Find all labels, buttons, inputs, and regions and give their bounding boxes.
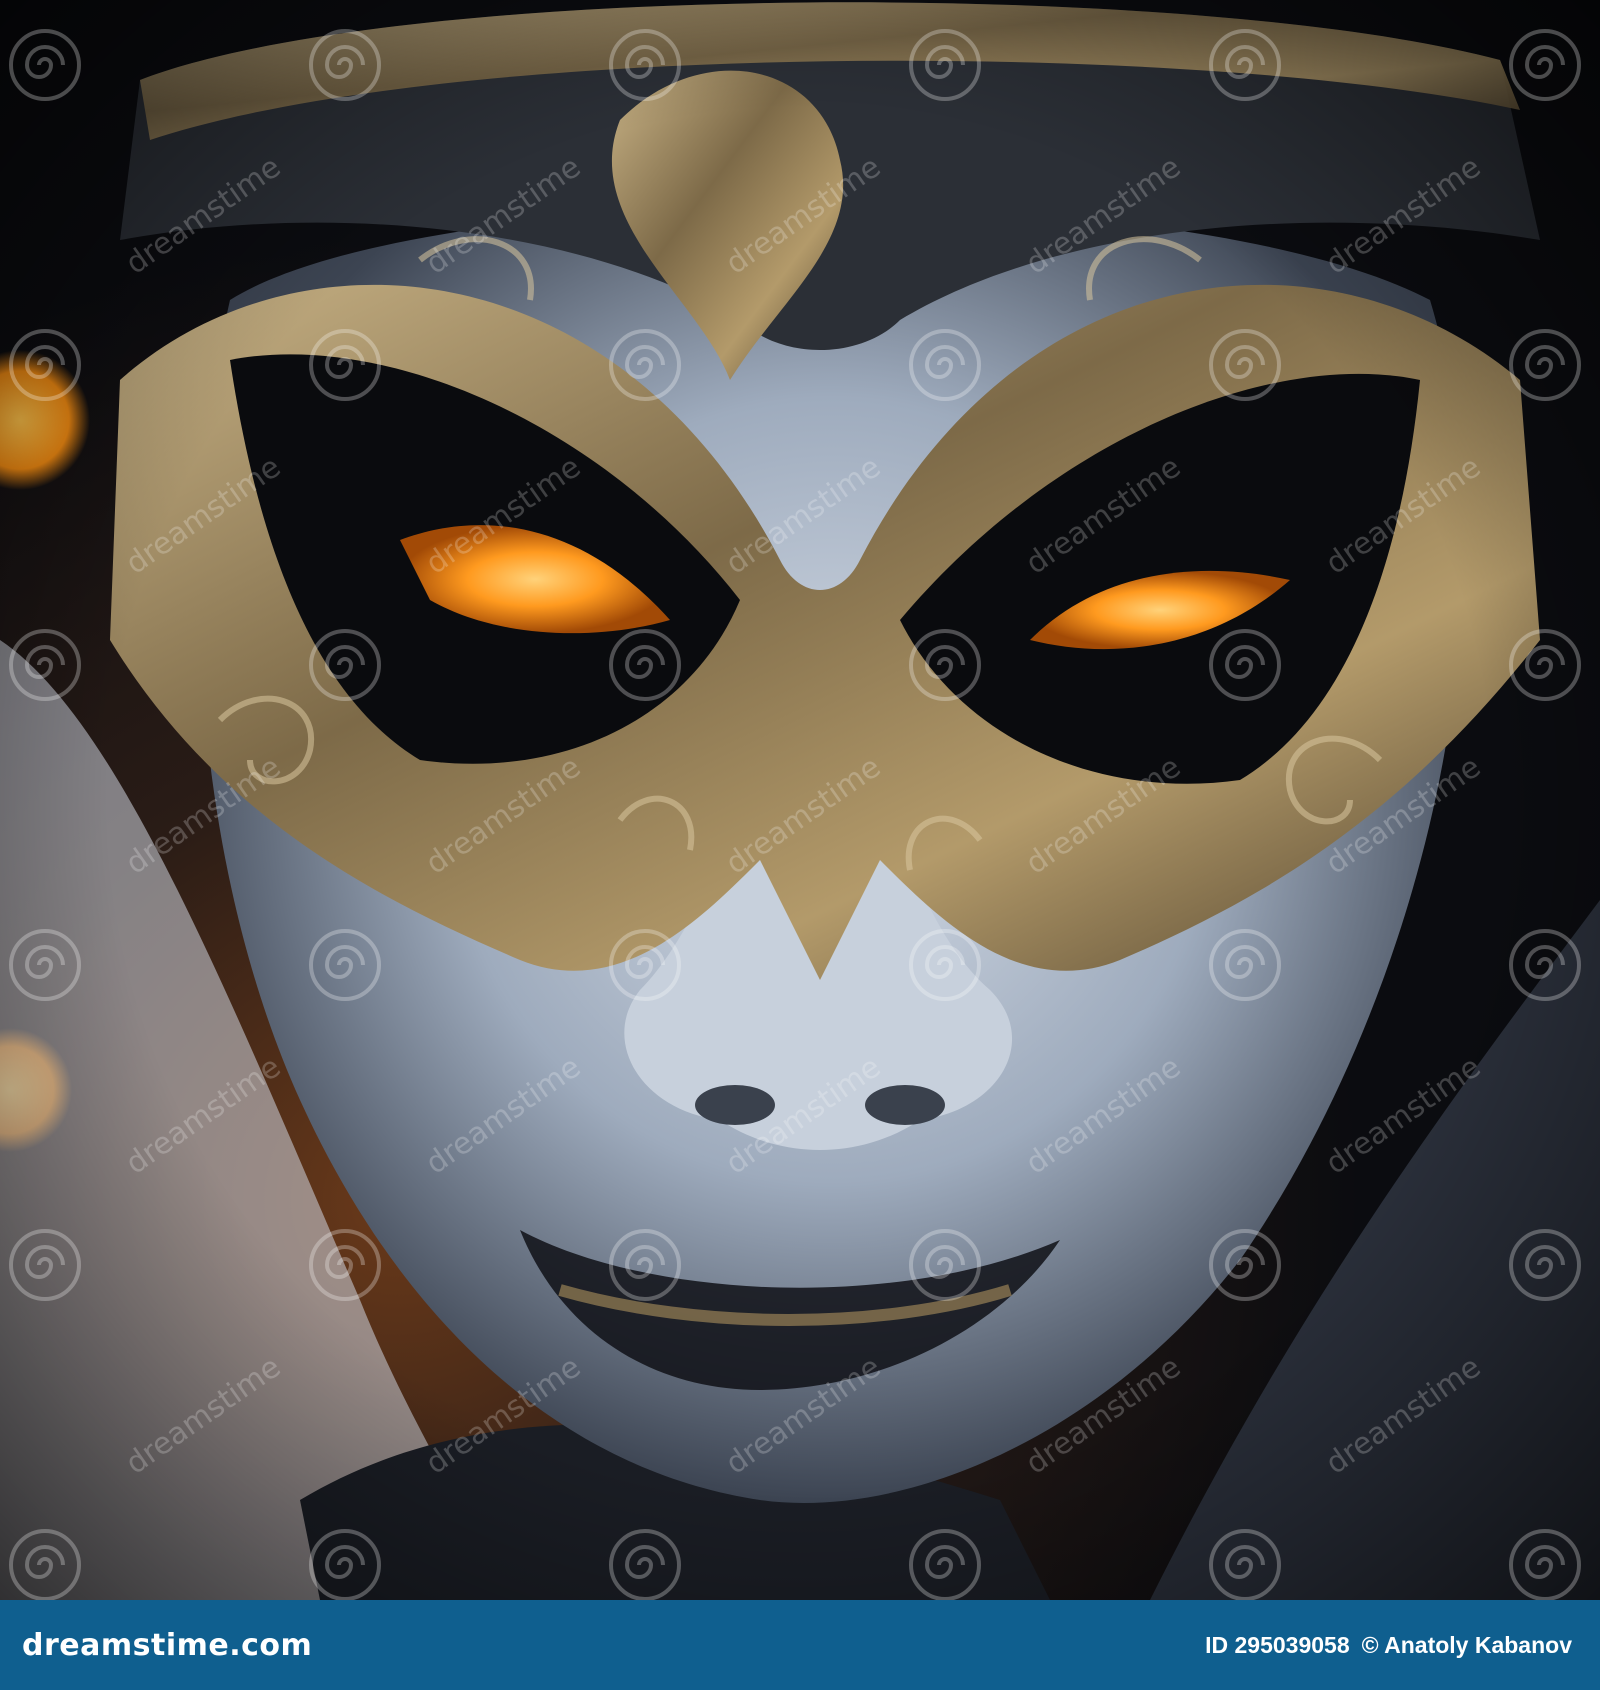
stock-photo-frame: dreamstime dreamstime dreamstime dreamstime… xyxy=(0,0,1600,1690)
site-logo-link[interactable]: dreamstime.com xyxy=(22,1628,312,1663)
credit-bar: dreamstime.com ID 295039058 © Anatoly Ka… xyxy=(0,1600,1600,1690)
image-id: ID 295039058 xyxy=(1205,1631,1350,1658)
copyright-author: © Anatoly Kabanov xyxy=(1361,1631,1572,1658)
mask-illustration xyxy=(0,0,1600,1600)
mask-photo xyxy=(0,0,1600,1600)
vignette xyxy=(0,0,1600,1600)
photo-credit: ID 295039058 © Anatoly Kabanov xyxy=(1205,1632,1572,1659)
